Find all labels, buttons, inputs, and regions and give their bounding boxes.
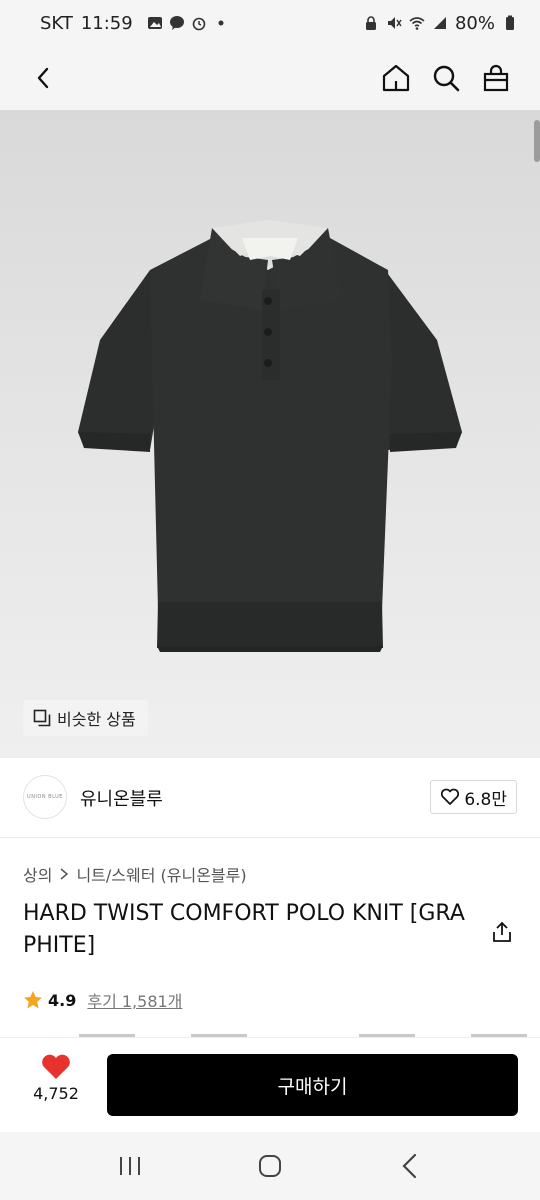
status-left: SKT 11:59 (40, 13, 229, 34)
search-icon (433, 65, 460, 92)
brand-row[interactable]: UNION BLUE 유니온블루 6.8만 (0, 758, 540, 838)
breadcrumb: 상의 니트/스웨터 (유니온블루) (23, 862, 247, 886)
signal-icon (433, 17, 446, 29)
breadcrumb-subcategory[interactable]: 니트/스웨터 (유니온블루) (76, 862, 246, 886)
carrier-text: SKT (40, 12, 73, 34)
similar-products-button[interactable]: 비슷한 상품 (23, 700, 148, 736)
heart-filled-icon (42, 1054, 70, 1079)
alarm-icon (192, 17, 206, 31)
brand-logo[interactable]: UNION BLUE (23, 775, 67, 819)
home-circle-icon (259, 1155, 281, 1177)
notification-icons (147, 15, 229, 31)
recent-apps-icon (120, 1157, 140, 1175)
status-bar: SKT 11:59 80% (0, 0, 540, 46)
wifi-icon (409, 17, 425, 30)
tab-indicator (79, 1034, 135, 1037)
recent-apps-button[interactable] (105, 1141, 155, 1191)
talk-icon (169, 16, 184, 30)
gallery-icon (147, 17, 162, 29)
product-image[interactable]: 비슷한 상품 (0, 110, 540, 758)
wishlist-count: 4,752 (33, 1084, 79, 1103)
copy-icon (33, 709, 51, 727)
purchase-bar: 4,752 구매하기 (0, 1038, 540, 1132)
share-icon (493, 921, 511, 942)
heart-outline-icon (441, 788, 460, 805)
clock-text: 11:59 (80, 12, 133, 34)
system-home-button[interactable] (245, 1141, 295, 1191)
nav-actions (376, 58, 516, 98)
cart-button[interactable] (476, 58, 516, 98)
chevron-right-icon (60, 868, 69, 880)
brand-like-count: 6.8만 (464, 789, 507, 810)
breadcrumb-category[interactable]: 상의 (23, 862, 52, 886)
top-nav (0, 46, 540, 110)
wishlist-button[interactable]: 4,752 (22, 1052, 90, 1118)
tab-bar-peek (23, 1034, 529, 1037)
buy-button[interactable]: 구매하기 (107, 1054, 518, 1116)
back-button[interactable] (24, 58, 64, 98)
battery-percent: 80% (454, 12, 495, 34)
brand-like-button[interactable]: 6.8만 (430, 780, 517, 814)
home-icon (382, 64, 410, 92)
rating-value: 4.9 (48, 990, 77, 1010)
similar-products-label: 비슷한 상품 (57, 710, 136, 729)
back-icon (402, 1153, 417, 1179)
scroll-thumb[interactable] (534, 120, 540, 162)
polo-knit-image (78, 220, 462, 652)
rating-row: 4.9 후기 1,581개 (23, 988, 182, 1012)
tab-indicator (471, 1034, 527, 1037)
share-button[interactable] (486, 916, 518, 948)
bag-icon (483, 64, 509, 92)
mute-icon (387, 17, 402, 29)
product-title: HARD TWIST COMFORT POLO KNIT [GRAPHITE] (23, 901, 465, 958)
star-icon (24, 991, 42, 1009)
search-button[interactable] (426, 58, 466, 98)
brand-logo-text: UNION BLUE (27, 794, 63, 800)
status-right: 80% (363, 13, 518, 34)
lock-icon (365, 16, 376, 30)
app-root: SKT 11:59 80% 비슷한 상품 UNION BLUE 유니온블루 6.… (0, 0, 540, 1200)
tab-indicator (359, 1034, 415, 1037)
dot-icon (218, 20, 224, 26)
system-back-button[interactable] (385, 1141, 435, 1191)
review-link[interactable]: 후기 1,581개 (87, 988, 182, 1012)
tab-indicator (191, 1034, 247, 1037)
home-button[interactable] (376, 58, 416, 98)
system-nav-bar (0, 1132, 540, 1200)
brand-name[interactable]: 유니온블루 (80, 785, 163, 811)
battery-icon (506, 15, 514, 30)
chevron-left-icon (37, 67, 49, 89)
